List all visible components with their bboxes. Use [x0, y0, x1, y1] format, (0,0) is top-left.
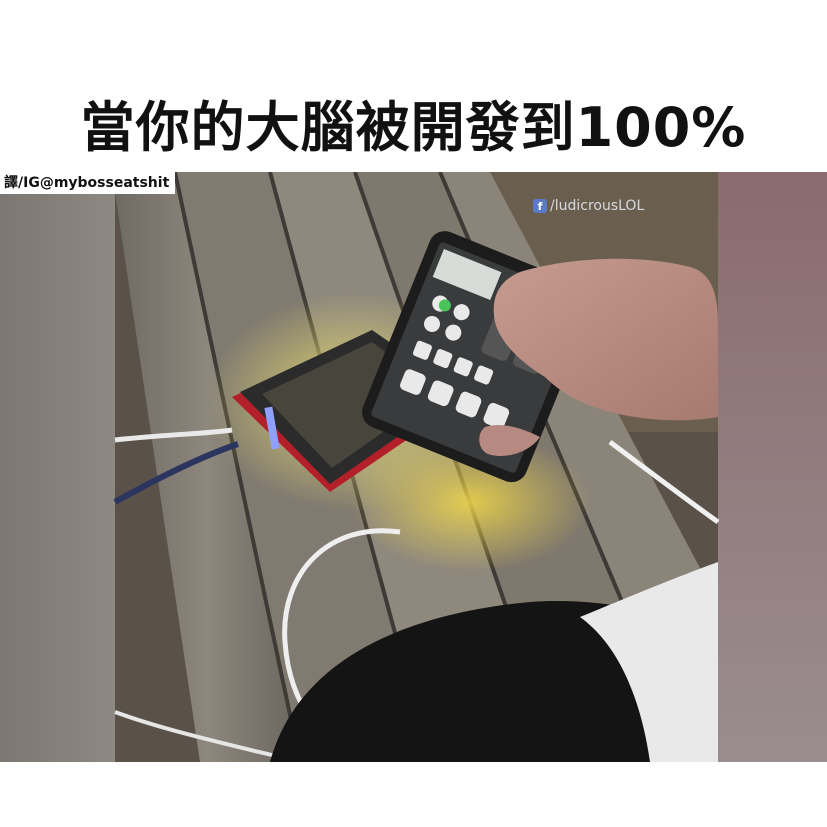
left-blur-panel — [0, 172, 115, 762]
facebook-icon: f — [533, 199, 547, 213]
photo — [0, 172, 827, 762]
watermark-text: /ludicrousLOL — [550, 198, 645, 214]
photo-scene — [0, 172, 827, 762]
source-watermark: f /ludicrousLOL — [533, 196, 644, 216]
right-blur-panel — [718, 172, 827, 762]
meme-caption: 當你的大腦被開發到100% — [80, 96, 747, 159]
translator-credit: 譯/IG@mybosseatshit — [0, 172, 176, 194]
